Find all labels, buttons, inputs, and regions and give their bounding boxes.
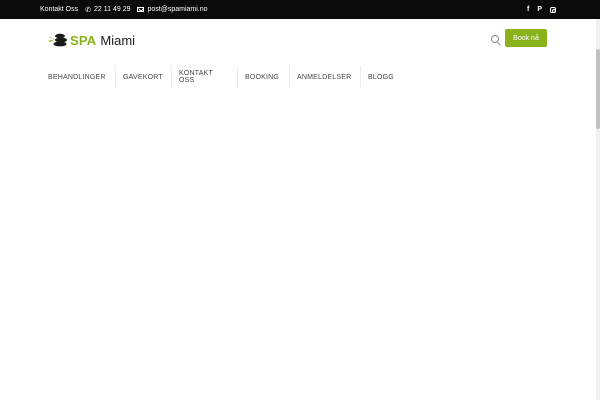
page-scrollbar[interactable] <box>596 19 600 400</box>
instagram-icon[interactable] <box>550 6 556 13</box>
phone-icon: ✆ <box>85 6 92 14</box>
nav-item-kontakt-oss[interactable]: KONTAKT OSS <box>171 63 237 91</box>
nav-item-blogg[interactable]: BLOGG <box>360 63 400 91</box>
book-now-button[interactable]: Book nå <box>505 29 547 47</box>
topbar-contact: Kontakt Oss ✆ 22 11 49 29 post@spamiami.… <box>40 0 208 19</box>
site-logo[interactable]: SPA Miami <box>48 31 135 49</box>
site-header: SPA Miami Book nå <box>0 19 600 63</box>
nav-item-behandlinger[interactable]: BEHANDLINGER <box>40 63 115 91</box>
phone-number[interactable]: 22 11 49 29 <box>94 6 130 13</box>
main-nav: BEHANDLINGER GAVEKORT KONTAKT OSS BOOKIN… <box>40 63 400 91</box>
pinterest-icon[interactable]: P <box>537 6 542 13</box>
nav-item-booking[interactable]: BOOKING <box>237 63 289 91</box>
nav-item-anmeldelser[interactable]: ANMELDELSER <box>289 63 360 91</box>
logo-miami-text: Miami <box>100 32 136 48</box>
social-links: f P <box>527 0 556 19</box>
scrollbar-thumb[interactable] <box>596 49 600 129</box>
email-link[interactable]: post@spamiami.no <box>147 6 207 13</box>
stones-logo-icon <box>48 33 67 47</box>
contact-link[interactable]: Kontakt Oss <box>40 6 78 13</box>
mail-icon <box>137 7 145 12</box>
nav-item-gavekort[interactable]: GAVEKORT <box>115 63 171 91</box>
search-icon[interactable] <box>491 35 499 43</box>
logo-spa-text: SPA <box>70 32 97 48</box>
facebook-icon[interactable]: f <box>527 6 529 13</box>
top-bar: Kontakt Oss ✆ 22 11 49 29 post@spamiami.… <box>0 0 600 19</box>
